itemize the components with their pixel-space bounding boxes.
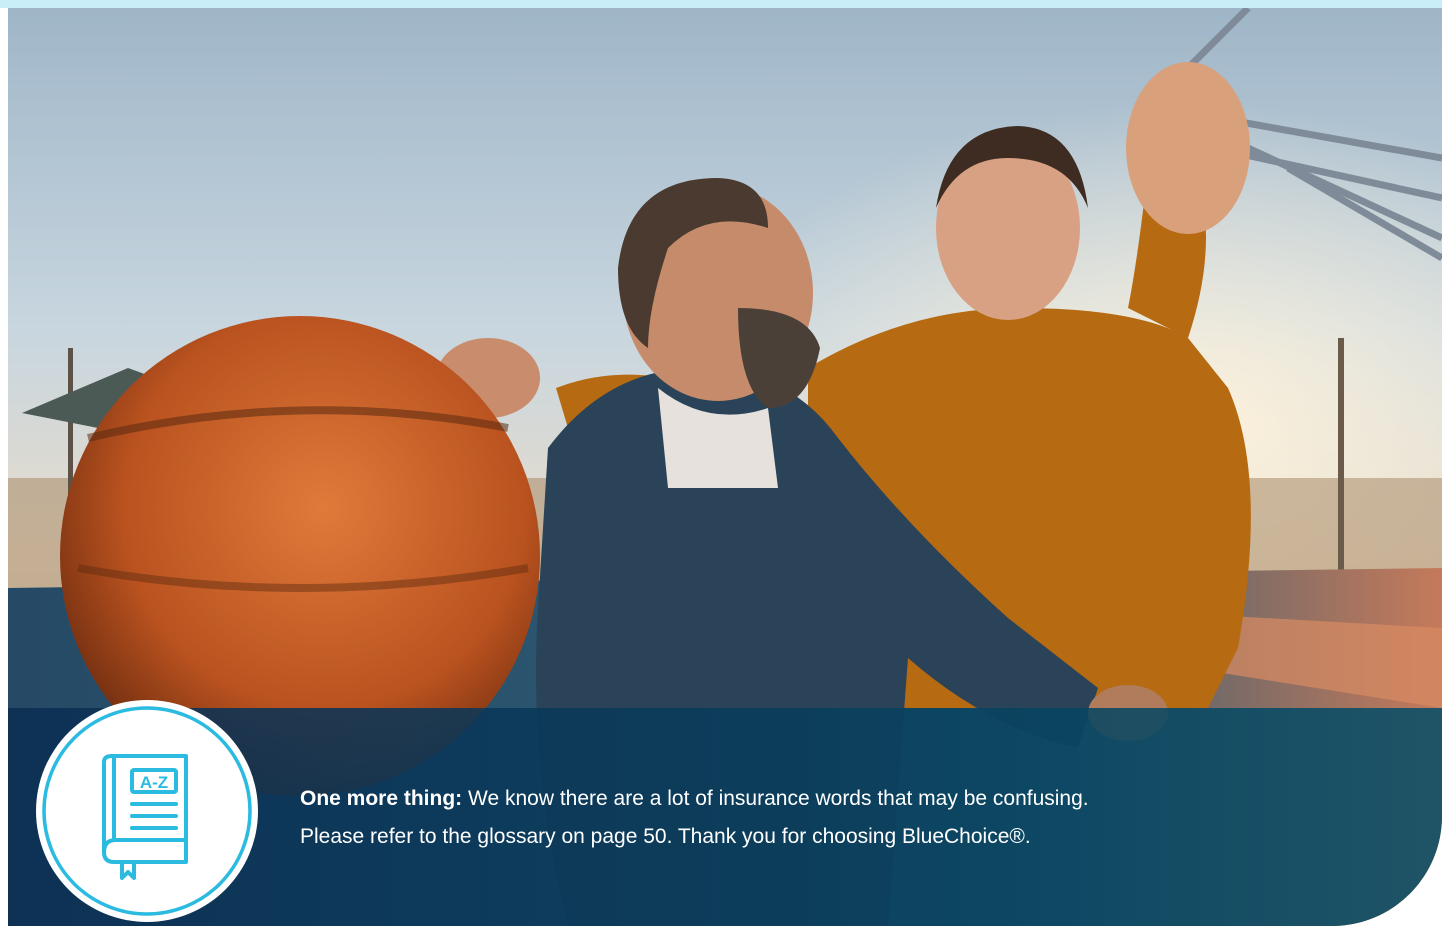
callout-line-1: One more thing: We know there are a lot … [300,780,1380,818]
callout-line-2: Please refer to the glossary on page 50.… [300,825,1031,848]
glossary-book-icon: A-Z [42,706,252,916]
callout-text: One more thing: We know there are a lot … [300,780,1380,856]
top-band [0,0,1442,8]
callout-line-1-rest: We know there are a lot of insurance wor… [462,787,1089,810]
glossary-badge: A-Z [36,700,258,922]
callout-lead: One more thing: [300,787,463,810]
badge-label: A-Z [140,773,168,792]
